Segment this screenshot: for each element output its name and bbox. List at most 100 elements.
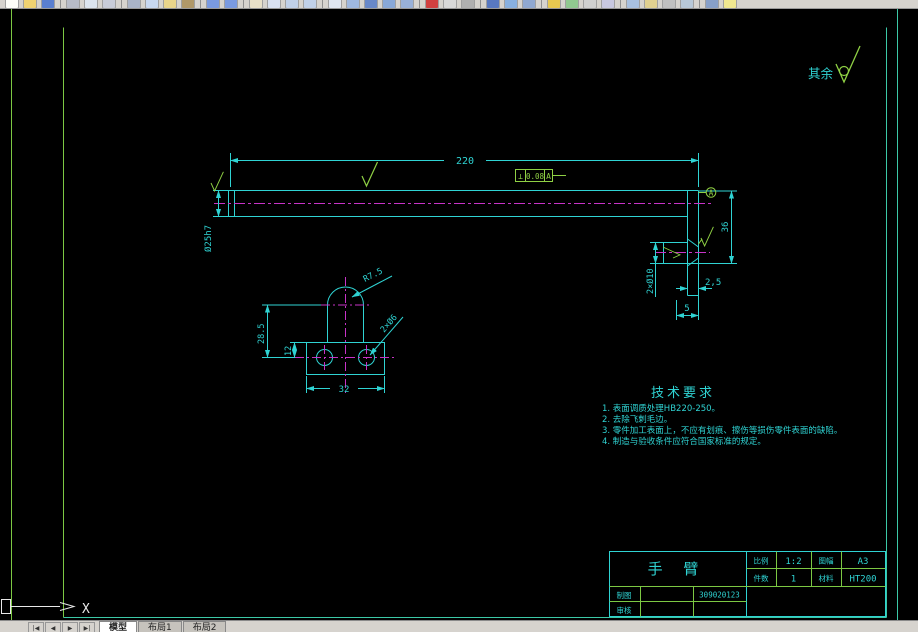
roughness-marks[interactable]	[210, 161, 714, 259]
pan-icon[interactable]	[249, 0, 263, 8]
lineweight-control-icon[interactable]	[461, 0, 475, 8]
tech-req-item: 2. 去除飞刺毛边。	[602, 414, 672, 425]
dim-offset-2[interactable]: 5	[684, 304, 689, 314]
undo-icon[interactable]	[206, 0, 220, 8]
help-icon[interactable]	[723, 0, 737, 8]
tab-nav-buttons[interactable]: |◀ ◀ ▶ ▶|	[0, 621, 98, 632]
designcenter-icon[interactable]	[504, 0, 518, 8]
dim-hole-offset[interactable]: 12	[284, 346, 294, 356]
redo-icon[interactable]	[224, 0, 238, 8]
tab-model[interactable]: 模型	[99, 621, 138, 632]
bracket-centerlines[interactable]	[295, 277, 397, 395]
toolbar-separator	[243, 0, 244, 8]
dim-center-height[interactable]: 28.5	[257, 324, 267, 344]
tab-layout2[interactable]: 布局2	[182, 621, 227, 632]
tolerance-frame[interactable]: ⊥ 0.08 A	[515, 169, 567, 182]
toolbar-separator	[699, 0, 700, 8]
tab-layout1[interactable]: 布局1	[138, 621, 182, 632]
plot-preview-icon[interactable]	[84, 0, 98, 8]
paste-icon[interactable]	[163, 0, 177, 8]
fcf-tolerance: 0.08	[526, 172, 545, 181]
publish-icon[interactable]	[102, 0, 116, 8]
arm-centerlines[interactable]	[214, 203, 712, 253]
dim-plate-height[interactable]: 36	[721, 222, 731, 233]
zoom-realtime-icon[interactable]	[267, 0, 281, 8]
arm-side-view[interactable]	[228, 190, 699, 296]
new-icon[interactable]	[5, 0, 19, 8]
document-number: 309020123	[699, 591, 740, 600]
main-toolbar[interactable]	[0, 0, 918, 9]
toolbar-separator	[480, 0, 481, 8]
scale-label: 比例	[754, 556, 769, 566]
quantity-label: 件数	[754, 573, 769, 583]
tech-req-title: 技术要求	[651, 386, 715, 401]
roughness-symbol-icon	[835, 45, 861, 84]
measure-icon[interactable]	[547, 0, 561, 8]
linetype-control-icon[interactable]	[443, 0, 457, 8]
surface-note-text: 其余	[808, 66, 834, 81]
toolbar-separator	[419, 0, 420, 8]
title-block[interactable]: 手 臂 比例 1:2 图幅 A3 件数 1 材料 HT200 制图 309020…	[609, 551, 886, 617]
toolbar-separator	[620, 0, 621, 8]
toolbar-separator	[541, 0, 542, 8]
drawing-canvas[interactable]: 其余 220 Ø25h7 36 2×Ø10 2,5 5 ⊥ 0.08 A A 3…	[0, 0, 918, 632]
properties-icon[interactable]	[486, 0, 500, 8]
dim-base-width[interactable]: 32	[339, 385, 350, 395]
technical-requirements[interactable]: 技术要求 1. 表面调质处理HB220-250。 2. 去除飞刺毛边。 3. 零…	[602, 386, 842, 447]
tab-nav-button-1[interactable]: ◀	[45, 622, 61, 632]
copy-icon[interactable]	[145, 0, 159, 8]
layout-tabs[interactable]: 模型 布局1 布局2	[98, 621, 227, 632]
arm-dimensions[interactable]: 220 Ø25h7 36 2×Ø10 2,5 5	[203, 153, 737, 320]
plot-icon[interactable]	[66, 0, 80, 8]
zoom-previous-icon[interactable]	[303, 0, 317, 8]
text-style-icon[interactable]	[328, 0, 342, 8]
checked-by-label: 审核	[617, 605, 632, 615]
grid-icon[interactable]	[680, 0, 694, 8]
object-snap-icon[interactable]	[644, 0, 658, 8]
roughness-mark-icon	[361, 161, 379, 187]
tab-nav-button-3[interactable]: ▶|	[79, 622, 95, 632]
drawn-by-label: 制图	[617, 590, 632, 600]
dim-front-holes[interactable]: 2×Ø6	[378, 312, 400, 335]
tool-palettes-icon[interactable]	[522, 0, 536, 8]
part-name: 手 臂	[648, 560, 707, 578]
layer-previous-icon[interactable]	[626, 0, 640, 8]
open-icon[interactable]	[23, 0, 37, 8]
table-icon[interactable]	[364, 0, 378, 8]
toolbar-separator	[322, 0, 323, 8]
layer-icon[interactable]	[382, 0, 396, 8]
roughness-mark-icon	[700, 226, 714, 247]
cut-icon[interactable]	[127, 0, 141, 8]
layout-tab-bar: |◀ ◀ ▶ ▶| 模型 布局1 布局2	[0, 620, 918, 632]
bracket-dimensions[interactable]: 32 12 28.5 R7.5 2×Ø6	[257, 266, 404, 395]
ucs-x-axis-label: X	[82, 602, 90, 617]
list-icon[interactable]	[583, 0, 597, 8]
ortho-icon[interactable]	[662, 0, 676, 8]
layer-state-icon[interactable]	[400, 0, 414, 8]
save-icon[interactable]	[41, 0, 55, 8]
scale-value: 1:2	[785, 557, 801, 567]
toolbar-separator	[200, 0, 201, 8]
ucs-icon: X	[1, 599, 90, 617]
locate-point-icon[interactable]	[601, 0, 615, 8]
dim-side-holes[interactable]: 2×Ø10	[645, 268, 656, 294]
datum-symbol[interactable]: A	[698, 187, 717, 198]
dim-offset-1[interactable]: 2,5	[705, 278, 721, 288]
tab-nav-button-2[interactable]: ▶	[62, 622, 78, 632]
sheet-size-label: 图幅	[819, 556, 834, 566]
area-icon[interactable]	[565, 0, 579, 8]
match-properties-icon[interactable]	[181, 0, 195, 8]
tech-req-item: 1. 表面调质处理HB220-250。	[602, 403, 720, 414]
workspace-icon[interactable]	[705, 0, 719, 8]
surface-note[interactable]: 其余	[808, 45, 861, 84]
sheet-frame[interactable]	[11, 8, 898, 622]
dimension-style-icon[interactable]	[346, 0, 360, 8]
tech-req-item: 4. 制造与验收条件应符合国家标准的规定。	[602, 436, 766, 447]
zoom-window-icon[interactable]	[285, 0, 299, 8]
dim-shaft-diameter[interactable]: Ø25h7	[203, 225, 214, 252]
color-control-icon[interactable]	[425, 0, 439, 8]
material-label: 材料	[819, 573, 834, 583]
tab-nav-button-0[interactable]: |◀	[28, 622, 44, 632]
material-value: HT200	[849, 575, 876, 585]
dim-length[interactable]: 220	[456, 156, 474, 167]
